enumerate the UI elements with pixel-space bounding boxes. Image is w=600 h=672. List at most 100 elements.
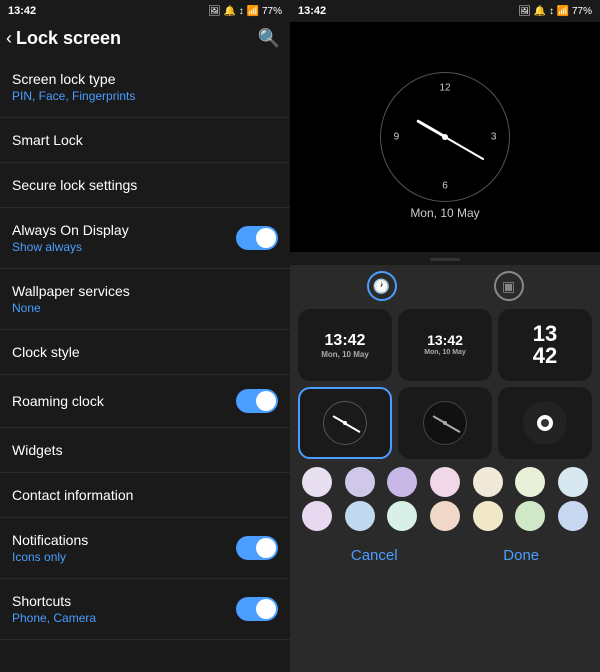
clock-opt-1-text: 13:42 Mon, 10 May bbox=[321, 331, 369, 360]
always-on-display-label: Always On Display bbox=[12, 222, 129, 238]
done-button[interactable]: Done bbox=[473, 543, 569, 568]
setting-shortcuts[interactable]: Shortcuts Phone, Camera bbox=[0, 579, 290, 640]
clock-tab[interactable]: 🕐 bbox=[367, 271, 397, 301]
widget-tab[interactable]: ▣ bbox=[494, 271, 524, 301]
clock-preview-container: 12 3 6 9 Mon, 10 May bbox=[380, 72, 510, 202]
toggle-knob-shortcuts bbox=[256, 599, 276, 619]
back-button[interactable]: ‹ bbox=[6, 28, 12, 49]
setting-screen-lock-type[interactable]: Screen lock type PIN, Face, Fingerprints bbox=[0, 57, 290, 118]
setting-notifications[interactable]: Notifications Icons only bbox=[0, 518, 290, 579]
header-left: ‹ Lock screen bbox=[6, 28, 121, 49]
always-on-display-toggle[interactable] bbox=[236, 226, 278, 250]
color-circle-2[interactable] bbox=[387, 467, 417, 497]
color-circle-0[interactable] bbox=[302, 467, 332, 497]
setting-secure-lock[interactable]: Secure lock settings bbox=[0, 163, 290, 208]
color-circle-13[interactable] bbox=[558, 501, 588, 531]
shortcuts-toggle[interactable] bbox=[236, 597, 278, 621]
color-circle-11[interactable] bbox=[473, 501, 503, 531]
screen-lock-type-sub: PIN, Face, Fingerprints bbox=[12, 89, 135, 103]
screen-lock-type-label: Screen lock type bbox=[12, 71, 135, 87]
status-bar-left: 13:42 🖼 🔔 ↕ 📶 77% bbox=[0, 0, 290, 22]
signal-icons: 📶 77% bbox=[247, 6, 282, 17]
toggle-knob-roaming bbox=[256, 391, 276, 411]
clock-opt-2-text: 13:42 Mon, 10 May bbox=[424, 332, 466, 357]
search-icon[interactable]: 🔍 bbox=[258, 28, 280, 49]
action-row: Cancel Done bbox=[298, 543, 592, 568]
status-icons-right: 🖼 🔔 ↕ 📶 77% bbox=[518, 6, 592, 17]
cn-12: 12 bbox=[439, 83, 450, 94]
left-panel: 13:42 🖼 🔔 ↕ 📶 77% ‹ Lock screen 🔍 Screen… bbox=[0, 0, 290, 672]
time-right: 13:42 bbox=[298, 5, 326, 17]
clock-preview-area: 12 3 6 9 Mon, 10 May bbox=[290, 22, 600, 252]
bottom-panel: 🕐 ▣ 13:42 Mon, 10 May 13:42 Mon, 10 May bbox=[290, 265, 600, 672]
clock-options-grid: 13:42 Mon, 10 May 13:42 Mon, 10 May 13 4… bbox=[298, 309, 592, 459]
clock-option-6[interactable] bbox=[498, 387, 592, 459]
status-icons-left: 🖼 🔔 ↕ 📶 77% bbox=[208, 6, 282, 17]
roaming-clock-label: Roaming clock bbox=[12, 393, 104, 409]
roaming-clock-toggle[interactable] bbox=[236, 389, 278, 413]
header: ‹ Lock screen 🔍 bbox=[0, 22, 290, 57]
clock-center-icon bbox=[537, 415, 553, 431]
coa-minute-5 bbox=[445, 422, 461, 432]
clock-face: 12 3 6 9 bbox=[380, 72, 510, 202]
notifications-sub: Icons only bbox=[12, 550, 88, 564]
clock-option-3[interactable]: 13 42 bbox=[498, 309, 592, 381]
color-circle-6[interactable] bbox=[558, 467, 588, 497]
coa-center-5 bbox=[443, 421, 447, 425]
clock-option-2[interactable]: 13:42 Mon, 10 May bbox=[398, 309, 492, 381]
contact-information-label: Contact information bbox=[12, 487, 133, 503]
right-panel: 13:42 🖼 🔔 ↕ 📶 77% 12 3 6 9 bbox=[290, 0, 600, 672]
cn-6: 6 bbox=[442, 180, 448, 191]
divider bbox=[430, 258, 460, 261]
coa-center bbox=[343, 421, 347, 425]
clock-opt-5-analog bbox=[423, 401, 467, 445]
cn-3: 3 bbox=[491, 132, 497, 143]
cancel-button[interactable]: Cancel bbox=[321, 543, 428, 568]
toggle-knob bbox=[256, 228, 276, 248]
setting-roaming-clock[interactable]: Roaming clock bbox=[0, 375, 290, 428]
setting-always-on-display[interactable]: Always On Display Show always bbox=[0, 208, 290, 269]
setting-widgets[interactable]: Widgets bbox=[0, 428, 290, 473]
cn-9: 9 bbox=[394, 132, 400, 143]
clock-opt-6-analog bbox=[523, 401, 567, 445]
smart-lock-label: Smart Lock bbox=[12, 132, 83, 148]
clock-center bbox=[442, 134, 448, 140]
right-status-icons: 🖼 🔔 ↕ 📶 77% bbox=[518, 6, 592, 17]
secure-lock-label: Secure lock settings bbox=[12, 177, 137, 193]
notifications-toggle[interactable] bbox=[236, 536, 278, 560]
page-title: Lock screen bbox=[16, 28, 121, 49]
setting-wallpaper-services[interactable]: Wallpaper services None bbox=[0, 269, 290, 330]
tabs-row: 🕐 ▣ bbox=[298, 271, 592, 301]
analog-clock-preview: 12 3 6 9 bbox=[380, 72, 510, 202]
date-label: Mon, 10 May bbox=[410, 206, 479, 220]
clock-option-5[interactable] bbox=[398, 387, 492, 459]
color-circle-5[interactable] bbox=[515, 467, 545, 497]
clock-opt-3-text: 13 42 bbox=[533, 323, 557, 367]
setting-clock-style[interactable]: Clock style bbox=[0, 330, 290, 375]
setting-smart-lock[interactable]: Smart Lock bbox=[0, 118, 290, 163]
color-circle-9[interactable] bbox=[387, 501, 417, 531]
clock-option-4[interactable] bbox=[298, 387, 392, 459]
clock-style-label: Clock style bbox=[12, 344, 80, 360]
shortcuts-sub: Phone, Camera bbox=[12, 611, 96, 625]
minute-hand bbox=[445, 136, 485, 160]
shortcuts-label: Shortcuts bbox=[12, 593, 96, 609]
notification-icons: 🖼 🔔 ↕ bbox=[208, 6, 244, 17]
settings-list: Screen lock type PIN, Face, Fingerprints… bbox=[0, 57, 290, 672]
color-circle-12[interactable] bbox=[515, 501, 545, 531]
color-circle-8[interactable] bbox=[345, 501, 375, 531]
clock-option-1[interactable]: 13:42 Mon, 10 May bbox=[298, 309, 392, 381]
color-circle-1[interactable] bbox=[345, 467, 375, 497]
setting-contact-information[interactable]: Contact information bbox=[0, 473, 290, 518]
always-on-display-sub: Show always bbox=[12, 240, 129, 254]
coa-minute bbox=[345, 422, 361, 432]
color-circle-3[interactable] bbox=[430, 467, 460, 497]
wallpaper-services-sub: None bbox=[12, 301, 130, 315]
color-circle-7[interactable] bbox=[302, 501, 332, 531]
color-circle-10[interactable] bbox=[430, 501, 460, 531]
color-circle-4[interactable] bbox=[473, 467, 503, 497]
status-bar-right: 13:42 🖼 🔔 ↕ 📶 77% bbox=[290, 0, 600, 22]
wallpaper-services-label: Wallpaper services bbox=[12, 283, 130, 299]
widgets-label: Widgets bbox=[12, 442, 63, 458]
notifications-label: Notifications bbox=[12, 532, 88, 548]
